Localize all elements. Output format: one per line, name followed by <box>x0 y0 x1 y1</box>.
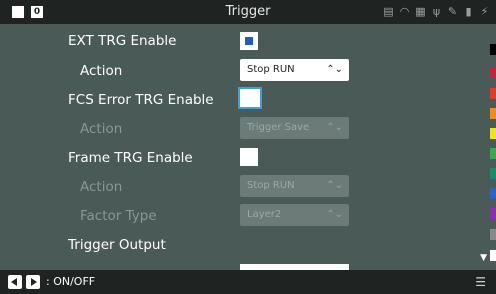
pen-icon: ✎ <box>447 5 458 18</box>
frame-trg-action-value: Stop RUN <box>247 180 295 191</box>
frame-trg-enable-checkbox[interactable] <box>240 148 258 166</box>
factor-type-select[interactable]: Layer2 ⌃⌄ <box>240 204 349 226</box>
ext-trg-enable-label: EXT TRG Enable <box>68 33 177 49</box>
color-swatch-black <box>490 44 496 55</box>
fcs-trg-action-select[interactable]: Trigger Save ⌃⌄ <box>240 117 349 139</box>
trigger-output-label: Trigger Output <box>68 237 166 253</box>
color-swatch-yellow <box>490 128 496 139</box>
bottom-bar: : ON/OFF ☰ <box>0 270 496 294</box>
right-arrow-button[interactable] <box>26 275 40 289</box>
factor-type-label: Factor Type <box>80 208 157 224</box>
select-arrows-icon: ⌃⌄ <box>326 64 343 75</box>
factor-type-value: Layer2 <box>247 209 282 220</box>
select-arrows-icon: ⌃⌄ <box>326 209 343 220</box>
printer-icon: ▤ <box>383 5 394 18</box>
color-swatch-gray <box>490 229 496 240</box>
color-swatch-purple <box>490 208 496 219</box>
ext-trg-action-select[interactable]: Stop RUN ⌃⌄ <box>240 59 349 81</box>
top-bar: 0 Trigger ▤ ◠ ▦ ψ ✎ ▮ ⚡ <box>0 0 496 24</box>
color-swatch-blue <box>490 188 496 199</box>
fcs-error-trg-enable-label: FCS Error TRG Enable <box>68 92 214 108</box>
select-arrows-icon: ⌃⌄ <box>326 180 343 191</box>
frame-trg-action-label: Action <box>80 179 123 195</box>
ext-trg-action-value: Stop RUN <box>247 64 295 75</box>
fcs-trg-action-label: Action <box>80 121 123 137</box>
color-swatch-red <box>490 88 496 99</box>
network-icon: ▦ <box>415 5 426 18</box>
frame-trg-enable-label: Frame TRG Enable <box>68 150 193 166</box>
sd-card-icon: ▮ <box>465 5 472 18</box>
scroll-down-arrow-icon[interactable]: ▼ <box>480 253 487 263</box>
status-icons: ▤ ◠ ▦ ψ ✎ ▮ ⚡ <box>383 5 490 18</box>
color-swatch-orange <box>490 108 496 119</box>
color-swatch-white <box>490 250 496 261</box>
toggle-hint: : ON/OFF <box>46 275 96 288</box>
wifi-icon: ◠ <box>399 5 410 18</box>
ext-trg-enable-checkbox[interactable] <box>240 32 258 50</box>
color-swatch-crimson <box>490 67 496 78</box>
power-plug-icon: ⚡ <box>480 5 489 18</box>
color-swatch-green <box>490 148 496 159</box>
menu-icon[interactable]: ☰ <box>475 275 486 289</box>
fcs-trg-action-value: Trigger Save <box>247 122 310 133</box>
usb-icon: ψ <box>432 5 441 18</box>
ext-trg-action-label: Action <box>80 63 123 79</box>
left-arrow-button[interactable] <box>8 275 22 289</box>
fcs-error-trg-enable-checkbox[interactable] <box>238 87 262 109</box>
select-arrows-icon: ⌃⌄ <box>326 122 343 133</box>
color-swatch-teal <box>490 168 496 179</box>
frame-trg-action-select[interactable]: Stop RUN ⌃⌄ <box>240 175 349 197</box>
